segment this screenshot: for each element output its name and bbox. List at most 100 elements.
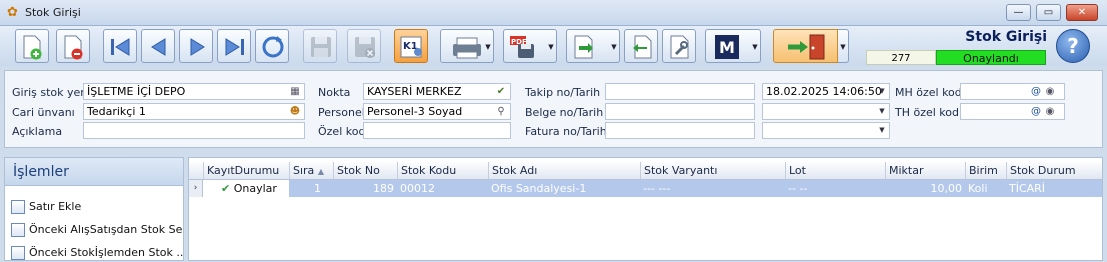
at-sign-icon[interactable]: @	[1029, 84, 1043, 99]
column-header[interactable]: Stok Adı	[488, 162, 640, 179]
personel-value: Personel-3 Soyad	[367, 105, 463, 118]
help-button[interactable]: ?	[1056, 29, 1090, 63]
minimize-button[interactable]: —	[1006, 4, 1031, 21]
stok-durum-cell[interactable]: TİCARİ	[1009, 180, 1102, 197]
document-delete-icon	[64, 35, 83, 60]
exit-button[interactable]	[773, 29, 838, 63]
birim-cell[interactable]: Koli	[968, 180, 1006, 197]
delete-record-button[interactable]	[56, 29, 90, 63]
previous-record-button[interactable]	[141, 29, 175, 63]
transfer-button[interactable]	[566, 29, 610, 63]
giris-stok-yeri-field[interactable]: İŞLETME İÇİ DEPO	[83, 83, 305, 100]
save-button[interactable]	[303, 29, 337, 63]
table-row[interactable]: ✔ Onaylar 1 189 00012 Ofis Sandalyesi-1 …	[189, 180, 1102, 197]
column-header[interactable]: Stok Kodu	[397, 162, 488, 179]
column-header[interactable]: Sıra ▲	[289, 162, 333, 179]
belge-date-field[interactable]	[762, 103, 890, 120]
status-badge: Onaylandı	[936, 50, 1046, 65]
form-panel: Giriş stok yeri İŞLETME İÇİ DEPO ▦ Cari …	[4, 70, 1103, 148]
lookup-icon[interactable]: ▦	[288, 84, 302, 99]
close-button[interactable]: ✕	[1066, 4, 1098, 21]
approved-check-icon: ✔	[221, 182, 231, 195]
personel-field[interactable]: Personel-3 Soyad	[363, 103, 511, 120]
refresh-button[interactable]	[255, 29, 289, 63]
row-indicator-icon: ›	[189, 180, 203, 197]
view-icon[interactable]: ◉	[1043, 84, 1057, 99]
nokta-label: Nokta	[318, 86, 351, 99]
m-button[interactable]: M	[705, 29, 751, 63]
giris-stok-yeri-value: İŞLETME İÇİ DEPO	[87, 85, 186, 98]
action-stok-islem-sec[interactable]: Önceki Stokİşlemden Stok ...	[11, 244, 183, 262]
stok-adi-cell[interactable]: Ofis Sandalyesi-1	[491, 180, 640, 197]
islemler-panel: İşlemler Satır Ekle Önceki AlışSatışdan …	[4, 157, 184, 261]
user-card-icon: K1	[400, 36, 422, 58]
kayit-durumu-cell[interactable]: ✔ Onaylar	[203, 180, 289, 197]
mh-ozel-kod-label: MH özel kod	[895, 86, 962, 99]
column-header[interactable]: Miktar	[885, 162, 965, 179]
cari-unvani-field[interactable]: Tedarikçi 1	[83, 103, 305, 120]
pdf-save-icon: PDF	[510, 36, 534, 58]
view-icon[interactable]: ◉	[1043, 104, 1057, 119]
save-close-button[interactable]	[347, 29, 381, 63]
stok-kodu-cell[interactable]: 00012	[400, 180, 488, 197]
at-sign-icon[interactable]: @	[1029, 104, 1043, 119]
title-bar: ✿ Stok Girişi — ▭ ✕	[0, 0, 1107, 26]
last-record-icon	[225, 38, 244, 56]
maximize-button[interactable]: ▭	[1036, 4, 1061, 21]
save-close-icon	[355, 37, 375, 58]
column-header[interactable]: Lot	[785, 162, 885, 179]
action-alis-satis-sec[interactable]: Önceki AlışSatışdan Stok Seç	[11, 221, 183, 239]
select-from-stock-icon	[11, 246, 25, 260]
action-label: Önceki Stokİşlemden Stok ...	[29, 246, 183, 259]
aciklama-field[interactable]	[83, 122, 305, 139]
m-dropdown[interactable]: ▼	[750, 29, 761, 63]
page-title: Stok Girişi	[965, 29, 1047, 45]
stok-no-cell[interactable]: 189	[333, 180, 397, 197]
person-search-icon[interactable]: ⚲	[494, 104, 508, 119]
next-record-button[interactable]	[179, 29, 213, 63]
takip-date-field[interactable]: 18.02.2025 14:06:50	[762, 83, 890, 100]
fatura-date-field[interactable]	[762, 122, 890, 139]
print-dropdown[interactable]: ▼	[483, 29, 494, 63]
column-header[interactable]: Birim	[965, 162, 1006, 179]
first-record-icon	[111, 38, 130, 56]
cari-unvani-label: Cari ünvanı	[12, 106, 75, 119]
nokta-field[interactable]: KAYSERİ MERKEZ	[363, 83, 511, 100]
action-label: Önceki AlışSatışdan Stok Seç	[29, 223, 183, 236]
stok-varyanti-cell[interactable]: --- ---	[643, 180, 785, 197]
fatura-no-field[interactable]	[605, 122, 755, 139]
action-satir-ekle[interactable]: Satır Ekle	[11, 198, 183, 216]
islemler-title: İşlemler	[5, 158, 183, 186]
window-title: Stok Girişi	[25, 6, 81, 19]
first-record-button[interactable]	[103, 29, 137, 63]
takip-no-field[interactable]	[605, 83, 755, 100]
ozel-kod-label: Özel kod	[318, 125, 366, 138]
checkmarks-icon[interactable]: ✔	[494, 84, 508, 99]
k1-button[interactable]: K1	[394, 29, 428, 63]
column-header[interactable]: KayıtDurumu	[203, 162, 289, 179]
column-header[interactable]: Stok Varyantı	[640, 162, 785, 179]
aciklama-label: Açıklama	[12, 125, 63, 138]
document-add-icon	[23, 35, 42, 60]
column-header[interactable]: Stok No	[333, 162, 397, 179]
transfer-dropdown[interactable]: ▼	[609, 29, 620, 63]
export-pdf-button[interactable]: PDF	[503, 29, 547, 63]
exit-dropdown[interactable]: ▼	[838, 29, 849, 63]
import-button[interactable]	[624, 29, 658, 63]
chevron-down-icon[interactable]: ▼	[875, 123, 889, 138]
lot-cell[interactable]: -- --	[788, 180, 885, 197]
belge-no-field[interactable]	[605, 103, 755, 120]
chevron-down-icon[interactable]: ▼	[875, 84, 889, 99]
miktar-cell[interactable]: 10,00	[885, 180, 965, 197]
document-import-icon	[633, 35, 652, 59]
sira-cell[interactable]: 1	[289, 180, 333, 197]
tools-button[interactable]	[662, 29, 696, 63]
new-record-button[interactable]	[15, 29, 49, 63]
last-record-button[interactable]	[217, 29, 251, 63]
ozel-kod-field[interactable]	[363, 122, 511, 139]
export-dropdown[interactable]: ▼	[546, 29, 557, 63]
column-header[interactable]: Stok Durum	[1006, 162, 1102, 179]
takip-label: Takip no/Tarih	[525, 86, 601, 99]
users-icon[interactable]: ☻	[288, 104, 302, 119]
chevron-down-icon[interactable]: ▼	[875, 104, 889, 119]
